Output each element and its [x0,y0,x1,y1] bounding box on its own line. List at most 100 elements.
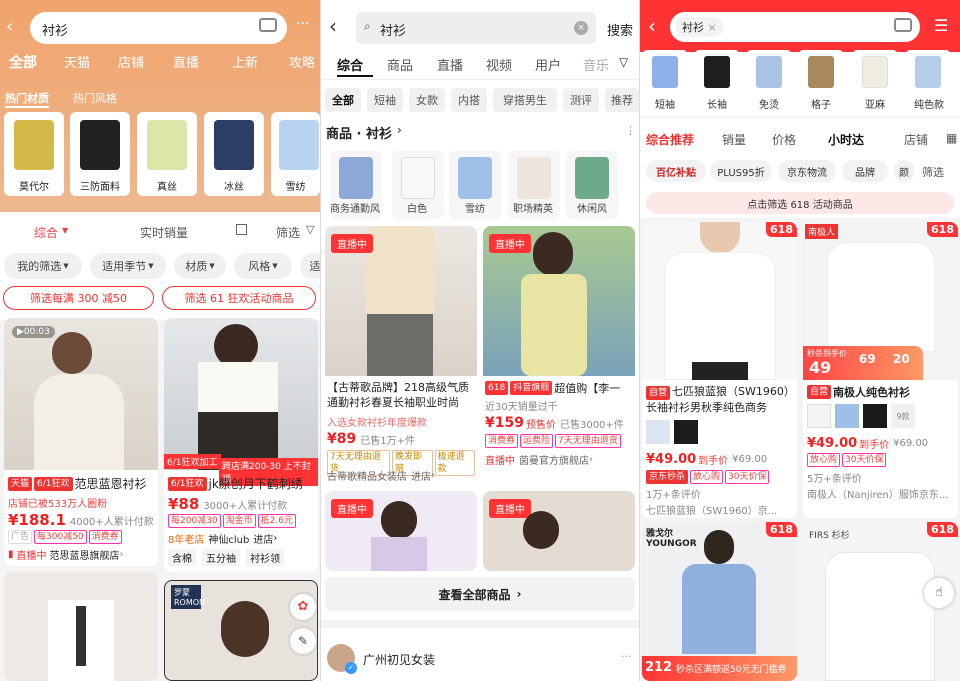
query-chip[interactable]: 衬衫 × [676,17,723,37]
edit-icon[interactable]: ✎ [290,628,316,654]
section-title: 商品 · 衬衫 [326,127,392,142]
product-card-inman[interactable]: 直播中 618 抖音旗舰 超值购【李一 近30天销量过千 ¥159 预售价 已售3000… [483,226,635,488]
material-chiffon[interactable]: 雪纺 [271,112,320,196]
filter-plus[interactable]: PLUS95折 [710,160,772,182]
product-card-gudige[interactable]: 直播中 【古蒂歌品牌】218高级气质通勤衬衫春夏长袖职业时尚 入选女款衬衫年度爆… [325,226,477,488]
chip-recommend[interactable]: 推荐 [605,88,639,112]
product-card-nanjiren[interactable]: 南极人 618 秒杀到手价 49 69 20 自营 南极人纯色衬衫 9款 ¥49.… [803,222,958,518]
tab-overall[interactable]: 综合 [337,55,363,74]
funnel-icon: ▽ [306,223,315,236]
tab-all[interactable]: 全部 [9,52,37,72]
live-icon: ▮ [8,549,14,560]
menu-icon[interactable]: ☰ [934,16,948,35]
sort-sales[interactable]: 销量 [722,131,746,148]
verified-icon: ✓ [345,662,357,674]
tab-tmall[interactable]: 天猫 [64,52,90,71]
shop-name[interactable]: 南极人（Nanjiren）服饰京东... [807,486,948,501]
subtab-style[interactable]: 热门风格 [73,90,117,106]
chip-my-filter[interactable]: 我的筛选 ▼ [4,253,82,279]
chip-season[interactable]: 适用季节 ▼ [90,253,166,279]
tab-user[interactable]: 用户 [535,55,561,74]
sort-hour-delivery[interactable]: 小时达 [828,131,864,148]
apps-icon[interactable]: ✿ [290,594,316,620]
tab-video[interactable]: 视频 [486,55,512,74]
sort-default[interactable]: 综合 [34,224,58,241]
filter-subsidy[interactable]: 百亿补贴 [646,160,706,182]
enter-shop-link[interactable]: 进店 [411,468,431,483]
chip-more[interactable]: 适 [300,253,320,279]
product-card-youngor[interactable]: 雅戈尔 YOUNGOR 618 212 秒杀区满额返50元无门槛券 [642,522,797,681]
live-badge: 直播中 [331,234,373,253]
chip-men-outfit[interactable]: 穿搭男生 [493,88,557,112]
tab-new[interactable]: 上新 [232,52,258,71]
back-icon[interactable]: ‹ [329,14,337,38]
tab-guide[interactable]: 攻略 [289,52,315,71]
material-modal[interactable]: 莫代尔 [4,112,64,196]
product-card-jk[interactable]: 6/1狂欢加工 跨店满200-30 上不封顶 6/1狂欢 jk原创月下鹤刺绣 ¥8… [164,318,318,572]
clear-icon[interactable]: × [574,21,588,35]
back-icon[interactable]: ‹ [648,14,656,38]
product-card-store[interactable]: 直播中 [483,491,635,571]
chevron-right-icon[interactable]: › [397,123,402,137]
price: ¥88 [168,495,200,513]
filter-color[interactable]: 颜 [894,160,914,182]
shop-name[interactable]: 茵曼官方旗舰店 [519,452,589,467]
close-icon[interactable]: × [704,21,716,34]
shop-name: 古蒂歌精品女装店 [327,472,407,483]
grid-view-icon[interactable]: ▦ [946,131,957,145]
filter-button[interactable]: 筛选 [922,164,944,180]
sort-recommend[interactable]: 综合推荐 [646,131,694,148]
sort-shop[interactable]: 店铺 [904,131,928,148]
more-icon[interactable]: ··· [621,650,632,663]
sold-count: 3000+人累计付款 [203,500,288,512]
tab-shops[interactable]: 店铺 [118,52,144,71]
sort-price[interactable]: 价格 [772,131,796,148]
subtab-material[interactable]: 热门材质 [5,90,49,108]
promo-300-50[interactable]: 筛选每满 300 减50 [3,286,154,310]
promo-61[interactable]: 筛选 61 狂欢活动商品 [162,286,316,310]
hand-icon[interactable]: ☝ [924,578,954,608]
search-input[interactable]: 衬衫 [30,12,287,44]
store-name[interactable]: 广州初见女装 [363,651,435,668]
sales-note: 近30天销量过千 [485,402,558,413]
material-silk[interactable]: 真丝 [137,112,197,196]
camera-icon[interactable] [894,18,912,32]
product-card-shirt[interactable] [4,572,158,681]
tab-live[interactable]: 直播 [437,55,463,74]
sort-sales[interactable]: 实时销量 [140,224,188,241]
tab-goods[interactable]: 商品 [387,55,413,74]
chip-material[interactable]: 材质 ▼ [174,253,226,279]
chip-short-sleeve[interactable]: 短袖 [367,88,403,112]
more-icon[interactable]: ⋮ [625,124,636,137]
back-icon[interactable]: ‹ [6,16,13,37]
chip-all[interactable]: 全部 [325,88,361,112]
grid-view-icon[interactable] [236,224,247,235]
product-card-fansilanen[interactable]: ▶00:03 天猫 6/1狂欢 范思蓝恩衬衫 店铺已被533万人圈粉 ¥188.… [4,318,158,566]
enter-shop-link[interactable]: 进店 [253,531,273,546]
product-card-septwolves[interactable]: 618 自营 七匹狼蓝狼（SW1960）长袖衬衫男秋季纯色商务 ¥49.00 到手价… [642,222,797,518]
chip-women[interactable]: 女款 [409,88,445,112]
filter-icon[interactable]: ▽ [619,55,628,69]
material-icesilk[interactable]: 冰丝 [204,112,264,196]
coupon-banner: 212 秒杀区满额返50元无门槛券 [642,656,797,681]
filter-button[interactable]: 筛选 [276,224,300,241]
shop-name[interactable]: 范思蓝恩旗舰店 [50,547,120,562]
chip-review[interactable]: 测评 [563,88,599,112]
more-icon[interactable]: ··· [296,16,309,32]
view-all-button[interactable]: 查看全部商品 › [325,577,635,611]
product-image [642,222,797,380]
tab-music[interactable]: 音乐 [583,55,609,74]
product-card-purple[interactable]: 直播中 [325,491,477,571]
search-button[interactable]: 搜索 [607,20,633,39]
camera-icon[interactable] [259,18,277,32]
search-input[interactable]: 衬衫 × [670,12,920,42]
tab-live[interactable]: 直播 [173,52,199,71]
618-notice[interactable]: 点击筛选 618 活动商品 [646,192,954,214]
chip-inner[interactable]: 内搭 [451,88,487,112]
filter-jd-logistics[interactable]: 京东物流 [778,160,836,182]
material-3proof[interactable]: 三防面料 [70,112,130,196]
chip-style[interactable]: 风格 ▼ [234,253,292,279]
filter-brand[interactable]: 品牌 [842,160,888,182]
search-input[interactable]: ⌕ 衬衫 × [356,12,596,44]
shop-name[interactable]: 七匹狼蓝狼（SW1960）京... [646,502,777,517]
